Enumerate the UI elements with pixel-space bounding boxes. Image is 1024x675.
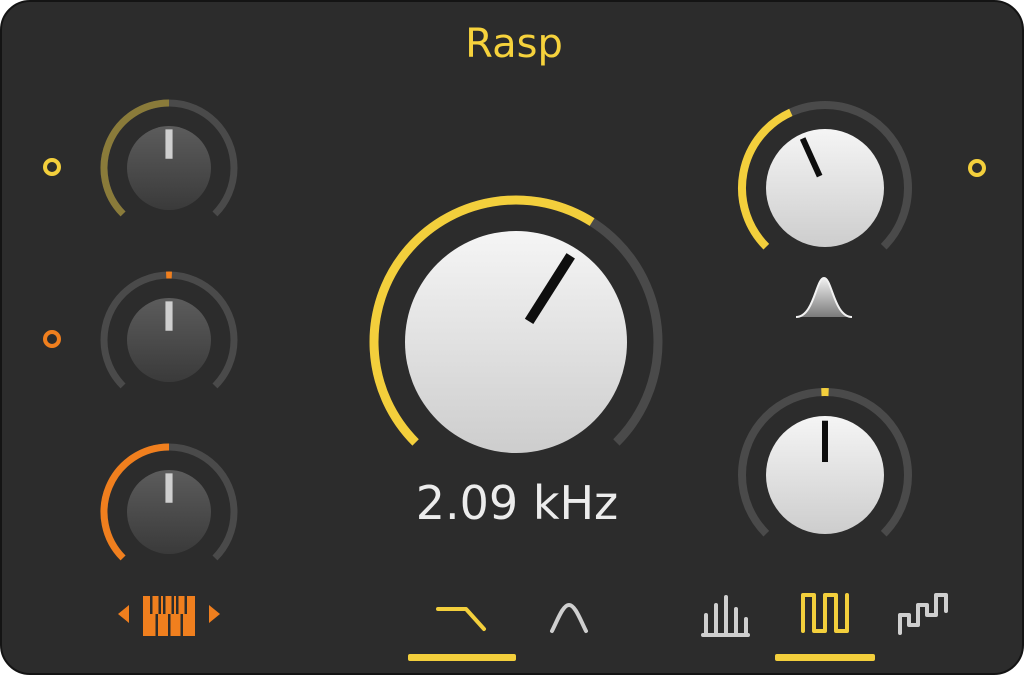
lowpass-filter-icon <box>436 607 486 631</box>
knob-resonance[interactable] <box>733 96 917 280</box>
knob-waveform-amount[interactable] <box>733 383 917 567</box>
comb-waveform-button[interactable] <box>692 590 758 644</box>
device-title: Rasp <box>465 21 563 67</box>
mod-port-mid-left[interactable] <box>43 330 61 348</box>
stepped-waveform-icon <box>898 593 948 635</box>
comb-waveform-icon <box>701 595 750 637</box>
bandpass-filter-icon <box>550 602 588 633</box>
knob-left-top[interactable] <box>96 95 242 241</box>
mod-port-right[interactable] <box>968 159 986 177</box>
knob-cap <box>405 231 627 453</box>
knob-cap <box>766 129 884 247</box>
lowpass-selected-indicator <box>408 654 516 661</box>
knob-cutoff[interactable] <box>366 192 666 492</box>
knob-graphic <box>100 443 238 561</box>
knob-graphic <box>369 195 663 453</box>
square-waveform-icon <box>801 593 849 633</box>
stepped-waveform-button[interactable] <box>890 586 956 642</box>
mod-port-top-left[interactable] <box>43 158 61 176</box>
square-waveform-button[interactable] <box>792 586 858 642</box>
keytrack-button[interactable] <box>114 592 224 640</box>
knob-graphic <box>100 271 238 389</box>
knob-graphic <box>738 388 912 537</box>
resonance-peak-icon <box>795 276 853 318</box>
cutoff-readout: 2.09 kHz <box>415 476 619 530</box>
knob-left-mid[interactable] <box>96 267 242 413</box>
square-selected-indicator <box>775 654 875 661</box>
lowpass-filter-button[interactable] <box>412 592 512 642</box>
keytrack-icon <box>118 596 220 636</box>
bandpass-filter-button[interactable] <box>534 592 604 642</box>
knob-graphic <box>738 101 912 250</box>
device-panel: Rasp 2.09 kHz <box>0 0 1024 675</box>
knob-left-bottom[interactable] <box>96 439 242 585</box>
knob-graphic <box>100 99 238 217</box>
